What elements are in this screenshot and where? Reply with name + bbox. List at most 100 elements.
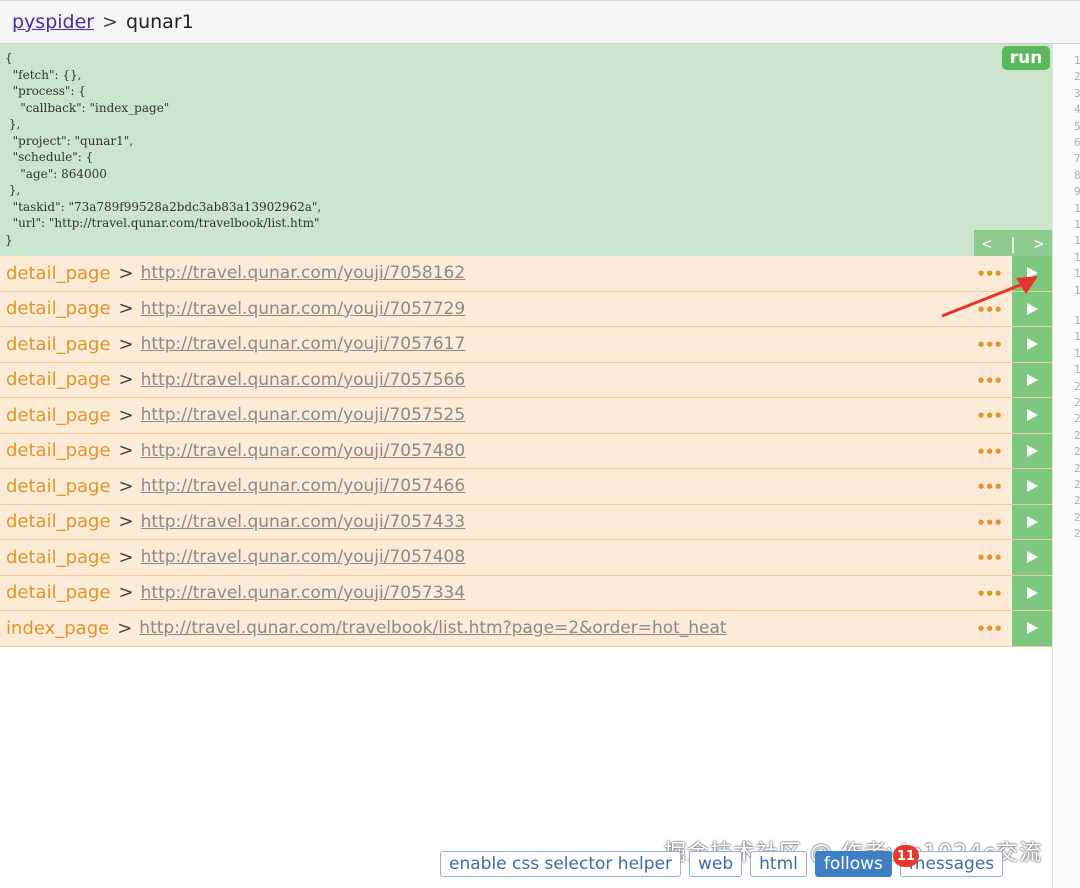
json-line: "url": "http://travel.qunar.com/travelbo…	[5, 216, 320, 230]
follow-url-link[interactable]: http://travel.qunar.com/youji/7057617	[141, 334, 466, 354]
css-selector-helper-button[interactable]: enable css selector helper	[440, 851, 681, 877]
follow-url-link[interactable]: http://travel.qunar.com/youji/7057566	[141, 370, 466, 390]
play-button[interactable]	[1012, 327, 1052, 362]
follow-row-content: detail_page > http://travel.qunar.com/youj…	[0, 256, 1012, 291]
line-number: 17	[1074, 330, 1080, 344]
callback-name: detail_page	[6, 511, 111, 533]
play-button[interactable]	[1012, 469, 1052, 504]
play-button[interactable]	[1012, 433, 1052, 468]
callback-name: detail_page	[6, 298, 111, 320]
line-number-gutter: 1234567891011121314151617181920212223242…	[1052, 44, 1080, 888]
row-separator: >	[118, 440, 134, 462]
line-number: 2	[1074, 70, 1080, 84]
follow-url-link[interactable]: http://travel.qunar.com/youji/7057433	[141, 512, 466, 532]
line-number: 27	[1074, 494, 1080, 508]
follow-row: detail_page > http://travel.qunar.com/youj…	[0, 575, 1052, 611]
json-line: "callback": "index_page"	[5, 100, 170, 115]
play-icon	[1027, 338, 1038, 351]
follow-row: detail_page > http://travel.qunar.com/youj…	[0, 327, 1052, 363]
callback-name: detail_page	[6, 333, 111, 355]
follow-row: detail_page > http://travel.qunar.com/youj…	[0, 256, 1052, 292]
follow-url-link[interactable]: http://travel.qunar.com/travelbook/list.…	[139, 618, 726, 638]
json-line: "taskid": "73a789f99528a2bdc3ab83a139029…	[5, 199, 322, 214]
follow-url-link[interactable]: http://travel.qunar.com/youji/7057334	[141, 583, 466, 603]
more-dots-icon[interactable]: •••	[976, 372, 1003, 390]
more-dots-icon[interactable]: •••	[976, 478, 1003, 496]
more-dots-icon[interactable]: •••	[976, 407, 1003, 425]
callback-name: detail_page	[6, 546, 111, 568]
follow-row: detail_page > http://travel.qunar.com/youj…	[0, 291, 1052, 327]
breadcrumb: pyspider > qunar1	[0, 0, 1080, 44]
follow-row-content: detail_page > http://travel.qunar.com/youj…	[0, 362, 1012, 397]
play-icon	[1027, 622, 1038, 635]
follow-row: index_page > http://travel.qunar.com/trave…	[0, 611, 1052, 647]
row-separator: >	[117, 617, 133, 639]
play-button[interactable]	[1012, 504, 1052, 539]
next-task-button[interactable]: >	[1034, 234, 1044, 253]
task-json-viewer: { "fetch": {}, "process": { "callback": …	[5, 50, 321, 248]
play-icon	[1027, 515, 1038, 528]
callback-name: detail_page	[6, 582, 111, 604]
json-line: },	[5, 183, 21, 197]
callback-name: detail_page	[6, 440, 111, 462]
play-icon	[1027, 373, 1038, 386]
more-dots-icon[interactable]: •••	[976, 549, 1003, 567]
line-number: 3	[1074, 86, 1080, 100]
more-dots-icon[interactable]: •••	[976, 443, 1003, 461]
follow-url-link[interactable]: http://travel.qunar.com/youji/7057466	[141, 476, 466, 496]
json-line: "project": "qunar1",	[5, 133, 134, 148]
follow-url-link[interactable]: http://travel.qunar.com/youji/7058162	[141, 263, 466, 283]
line-number: 25	[1074, 461, 1080, 475]
json-line: "schedule": {	[5, 150, 94, 164]
line-number: 16	[1074, 314, 1080, 327]
line-number: 11	[1074, 218, 1080, 231]
html-tab[interactable]: html	[750, 851, 807, 877]
web-tab[interactable]: web	[689, 851, 743, 877]
json-line: {	[5, 51, 13, 65]
follow-url-link[interactable]: http://travel.qunar.com/youji/7057408	[141, 547, 466, 567]
follow-row: detail_page > http://travel.qunar.com/youj…	[0, 504, 1052, 540]
more-dots-icon[interactable]: •••	[976, 514, 1003, 532]
follow-url-link[interactable]: http://travel.qunar.com/youji/7057729	[141, 299, 466, 319]
run-button[interactable]: run	[1002, 46, 1050, 70]
more-dots-icon[interactable]: •••	[976, 585, 1003, 603]
follow-url-link[interactable]: http://travel.qunar.com/youji/7057525	[141, 405, 466, 425]
callback-name: detail_page	[6, 475, 111, 497]
play-button[interactable]	[1012, 575, 1052, 610]
task-panel: { "fetch": {}, "process": { "callback": …	[0, 44, 1052, 256]
line-number: 8	[1074, 168, 1080, 182]
pyspider-home-link[interactable]: pyspider	[12, 11, 94, 33]
play-icon	[1027, 480, 1038, 493]
task-nav: < | >	[974, 230, 1052, 256]
follow-row: detail_page > http://travel.qunar.com/youj…	[0, 398, 1052, 434]
json-line: }	[5, 232, 13, 247]
follows-list: detail_page > http://travel.qunar.com/youj…	[0, 256, 1052, 647]
play-icon	[1027, 444, 1038, 457]
line-number: 7	[1074, 152, 1080, 166]
follows-count-badge: 11	[893, 845, 919, 867]
row-separator: >	[118, 333, 134, 355]
follow-row-content: detail_page > http://travel.qunar.com/youj…	[0, 398, 1012, 433]
json-line: },	[5, 117, 21, 131]
more-dots-icon[interactable]: •••	[976, 620, 1003, 638]
play-button[interactable]	[1012, 398, 1052, 433]
line-number: 15	[1074, 283, 1080, 297]
line-number: 5	[1074, 119, 1080, 133]
line-number: 4	[1074, 103, 1080, 117]
row-separator: >	[118, 582, 134, 604]
play-button[interactable]	[1012, 540, 1052, 575]
line-number: 6	[1074, 136, 1080, 149]
json-line: "age": 864000	[5, 166, 107, 181]
follows-tab[interactable]: follows	[814, 851, 892, 877]
callback-name: detail_page	[6, 369, 111, 391]
line-number: 23	[1074, 428, 1080, 442]
play-button[interactable]	[1012, 611, 1052, 646]
more-dots-icon[interactable]: •••	[976, 336, 1003, 354]
line-number: 14	[1074, 267, 1080, 281]
play-button[interactable]	[1012, 362, 1052, 397]
prev-task-button[interactable]: <	[982, 234, 992, 253]
line-number: 21	[1074, 396, 1080, 409]
follow-row-content: detail_page > http://travel.qunar.com/youj…	[0, 291, 1012, 326]
follow-url-link[interactable]: http://travel.qunar.com/youji/7057480	[141, 441, 466, 461]
follow-row-content: detail_page > http://travel.qunar.com/youj…	[0, 469, 1012, 504]
